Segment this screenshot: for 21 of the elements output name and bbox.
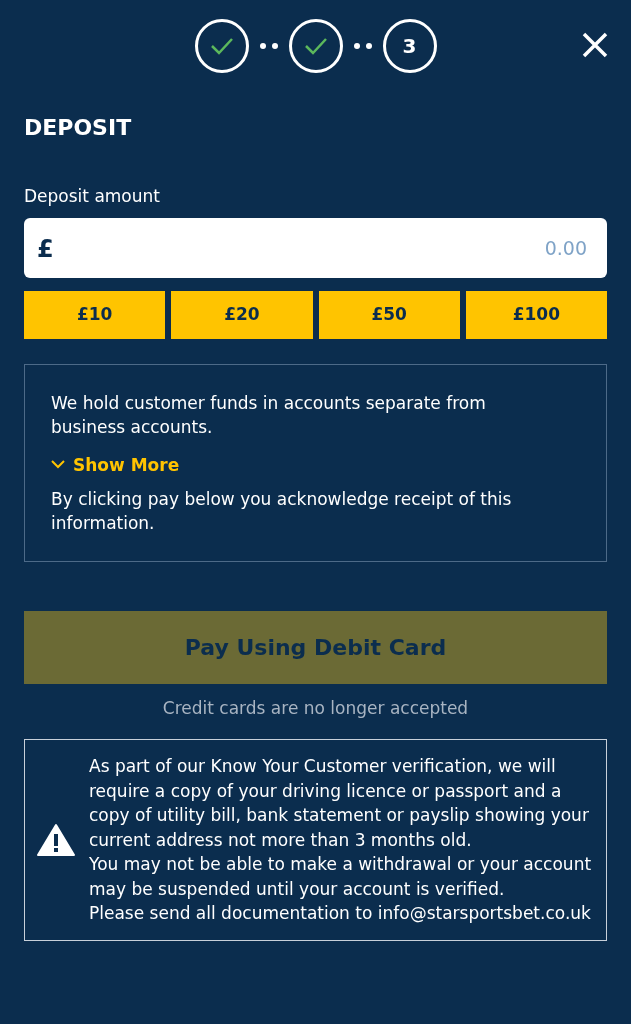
acknowledgement-text: By clicking pay below you acknowledge receipt of this information. <box>51 487 513 535</box>
warning-text: Please send all documentation to info@starsportsbet.co.uk <box>89 902 592 925</box>
warning-text: You may not be able to make a withdrawal or your account may be suspended until your account is verified. <box>89 853 592 901</box>
quick-amount-button[interactable]: £20 <box>171 290 313 339</box>
close-icon[interactable] <box>581 31 609 59</box>
warning-icon <box>37 822 75 857</box>
quick-amount-button[interactable]: £10 <box>24 290 166 339</box>
check-icon <box>209 36 234 56</box>
field-label: Deposit amount <box>24 185 161 208</box>
check-icon <box>303 36 328 56</box>
step-number: 3 <box>382 19 437 73</box>
warning-text: As part of our Know Your Customer verification, we will require a copy of your driving licence or passport and a copy of utility bill, bank statement or payslip showing your current address not more than 3 months old. <box>89 755 590 852</box>
quick-amount-button[interactable]: £100 <box>465 290 607 339</box>
connector-dots-icon <box>258 43 279 49</box>
info-text: We hold customer funds in accounts separate from business accounts. <box>51 391 487 439</box>
card-note: Credit cards are no longer accepted <box>161 696 470 720</box>
currency-symbol: £ <box>37 233 54 265</box>
connector-dots-icon <box>352 43 373 49</box>
show-more-link[interactable]: Show More <box>51 452 180 477</box>
page-title: DEPOSIT <box>24 114 133 142</box>
quick-amount-button[interactable]: £50 <box>318 290 460 339</box>
